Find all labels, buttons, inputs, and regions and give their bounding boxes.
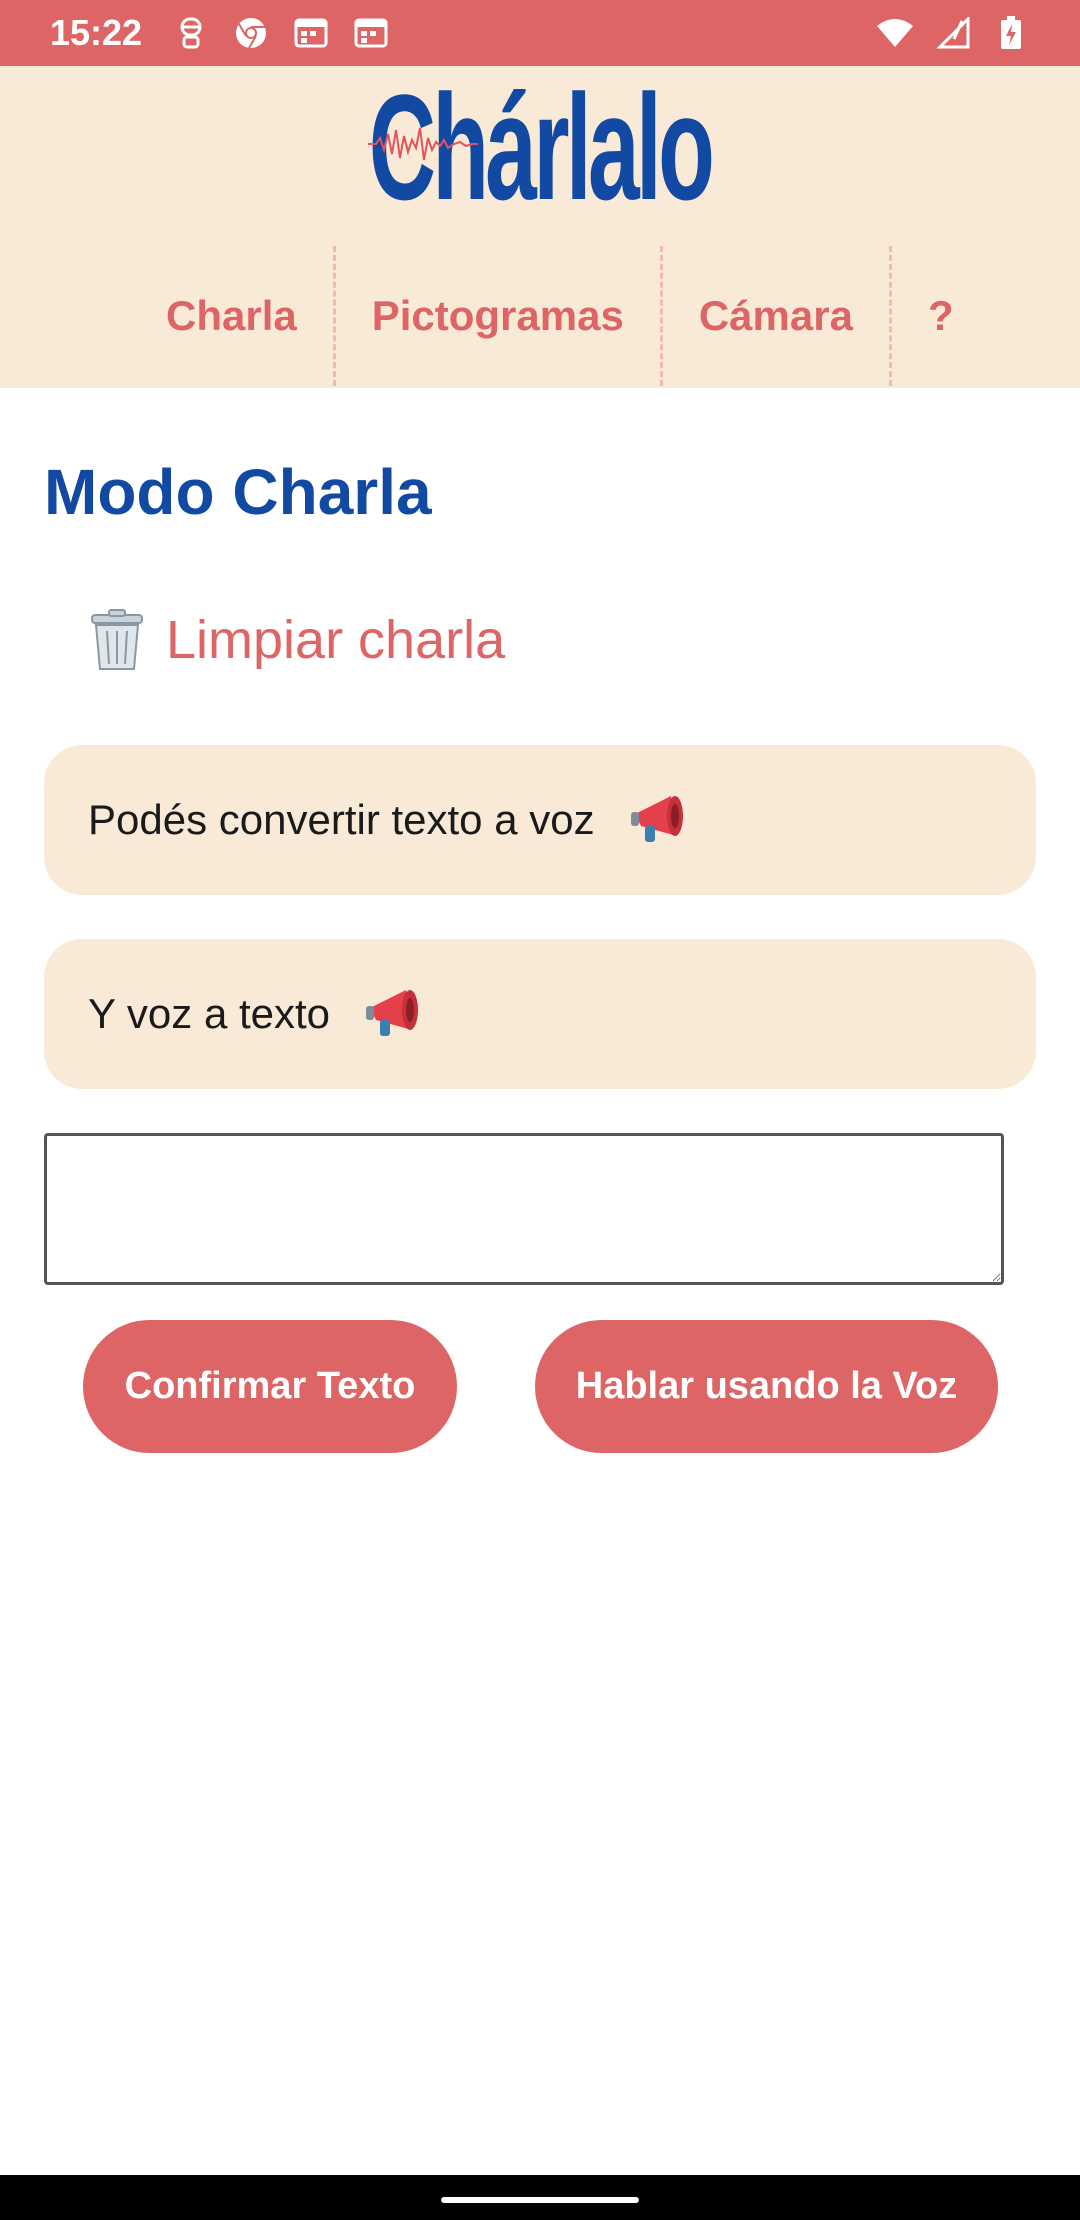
calendar-icon	[352, 14, 390, 52]
speak-voice-button[interactable]: Hablar usando la Voz	[535, 1320, 998, 1453]
clear-chat-label: Limpiar charla	[166, 610, 506, 670]
megaphone-icon[interactable]	[630, 792, 693, 848]
status-icons-left	[172, 14, 390, 52]
chrome-icon	[232, 14, 270, 52]
main-nav: Charla Pictogramas Cámara ?	[130, 246, 974, 386]
nav-tab-charla[interactable]: Charla	[130, 246, 336, 386]
status-time: 15:22	[50, 12, 143, 53]
app-header: Chárlalo Charla Pictogramas Cámara ?	[0, 66, 1080, 388]
status-bar: 15:22	[0, 0, 1080, 66]
megaphone-icon[interactable]	[366, 986, 428, 1042]
chat-message: Y voz a texto	[44, 939, 1036, 1089]
confirm-text-button[interactable]: Confirmar Texto	[83, 1320, 457, 1453]
chat-message: Podés convertir texto a voz	[44, 745, 1036, 895]
signal-icon	[934, 14, 972, 52]
soundwave-icon	[368, 127, 478, 161]
page-title: Modo Charla	[44, 456, 432, 528]
nav-tab-pictogramas[interactable]: Pictogramas	[336, 246, 663, 386]
home-indicator[interactable]	[441, 2197, 639, 2203]
chat-message-text: Podés convertir texto a voz	[88, 796, 595, 843]
trash-icon	[91, 609, 143, 670]
assistant-icon	[172, 14, 210, 52]
chat-message-text: Y voz a texto	[88, 990, 331, 1037]
clear-chat-button[interactable]: Limpiar charla	[88, 600, 505, 680]
nav-tab-camara[interactable]: Cámara	[663, 246, 892, 386]
nav-tab-help[interactable]: ?	[892, 246, 974, 386]
calendar-icon	[292, 14, 330, 52]
status-icons-right	[876, 14, 1030, 52]
message-input[interactable]	[44, 1133, 1004, 1285]
wifi-icon	[876, 14, 914, 52]
app-logo: Chárlalo	[368, 63, 715, 231]
battery-charging-icon	[992, 14, 1030, 52]
